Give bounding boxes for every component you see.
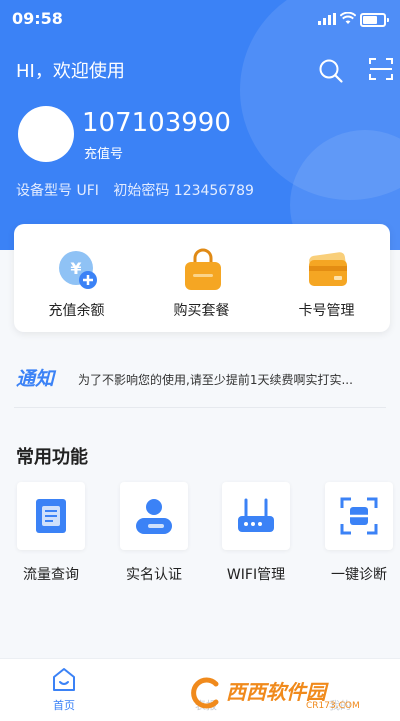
function-tile [120,482,188,550]
status-bar: 09:58 [0,0,400,36]
function-label: WIFI管理 [226,567,286,583]
quick-action-buy-package[interactable]: 购买套餐 [139,224,264,332]
initial-password: 初始密码 123456789 [113,183,254,199]
shopping-bag-icon [185,248,221,290]
tab-label: 首页 [53,699,75,712]
watermark-url: CR173.COM [306,701,360,711]
home-icon [53,668,75,691]
function-label: 实名认证 [126,567,182,583]
status-time: 09:58 [12,9,63,28]
card-icon [309,252,347,286]
function-data-usage[interactable]: 流量查询 [17,482,107,592]
function-tile [222,482,290,550]
scan-diagnose-icon [340,497,378,535]
function-label: 流量查询 [23,567,79,583]
avatar[interactable] [18,106,74,162]
device-info: 设备型号 UFI 初始密码 123456789 [16,180,264,200]
tab-home[interactable]: 首页 [14,659,114,721]
notice-title: 通知 [16,368,55,390]
function-real-name[interactable]: 实名认证 [120,482,210,592]
notice-bar[interactable]: 通知 为了不影响您的使用,请至少提前1天续费啊实打实... [0,352,400,404]
function-label: 一键诊断 [331,567,387,583]
quick-action-label: 充值余额 [48,303,105,319]
router-icon [238,498,274,532]
notice-text: 为了不影响您的使用,请至少提前1天续费啊实打实... [78,373,353,387]
battery-icon [360,13,389,27]
recharge-icon: ¥ [59,251,97,289]
card-number-label: 充值号 [84,147,124,162]
search-icon[interactable] [318,58,344,84]
divider [14,407,386,408]
quick-action-recharge[interactable]: ¥ 充值余额 [14,224,139,332]
section-title: 常用功能 [16,447,88,468]
wifi-icon [340,12,356,24]
card-number: 107103990 [82,108,231,138]
quick-action-label: 购买套餐 [173,303,230,319]
document-icon [36,499,66,533]
function-tile [325,482,393,550]
user-id-icon [136,499,172,534]
signal-icon [318,13,336,25]
watermark-logo-icon [191,677,219,709]
device-model: 设备型号 UFI [16,183,99,199]
quick-action-label: 卡号管理 [298,303,355,319]
greeting-text: HI，欢迎使用 [16,61,125,82]
header-banner: 09:58 HI，欢迎使用 107103990 充值号 设备型号 UFI 初始密… [0,0,400,250]
watermark: 西西软件园 CR173.COM [188,674,388,714]
svg-text:¥: ¥ [70,259,81,278]
quick-action-card-manage[interactable]: 卡号管理 [264,224,389,332]
quick-actions-card: ¥ 充值余额 购买套餐 卡号管理 [14,224,390,332]
function-diagnose[interactable]: 一键诊断 [325,482,400,592]
function-tile [17,482,85,550]
function-wifi-manage[interactable]: WIFI管理 [222,482,312,592]
scan-icon[interactable] [368,56,394,82]
